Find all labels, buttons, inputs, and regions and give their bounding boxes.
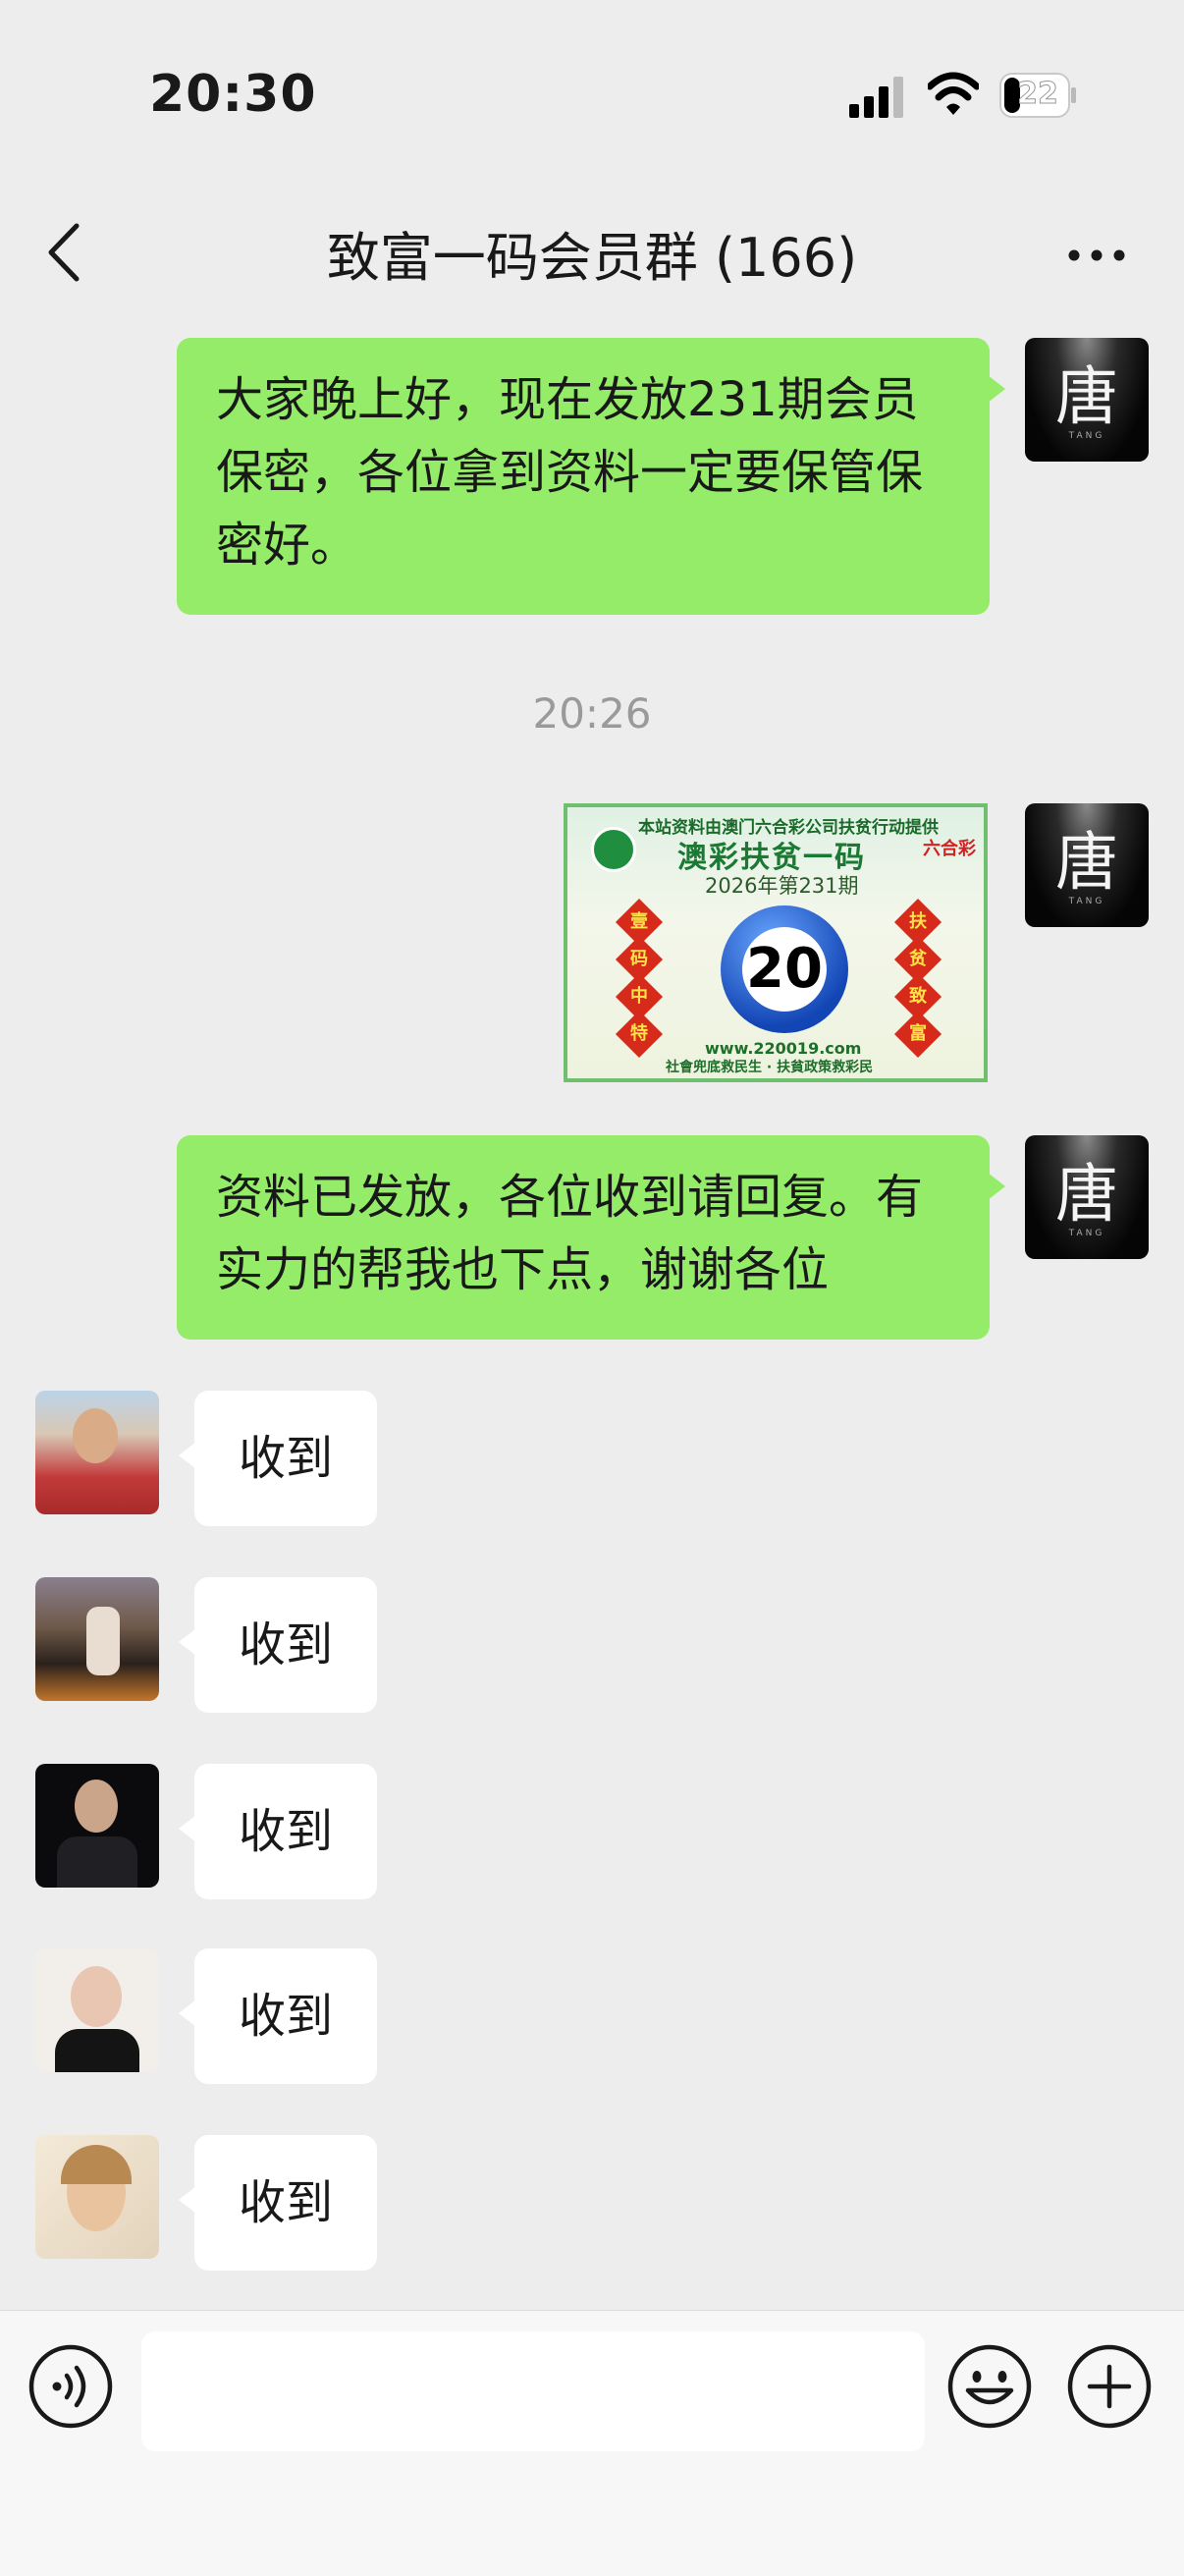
message-bubble-received[interactable]: 收到 — [179, 1948, 377, 2084]
message-bubble-received[interactable]: 收到 — [179, 2135, 377, 2271]
more-icon[interactable] — [1066, 246, 1127, 265]
message-text: 收到 — [238, 1989, 333, 2044]
message-bubble-sent[interactable]: 资料已发放，各位收到请回复。有实力的帮我也下点，谢谢各位 — [177, 1135, 1005, 1340]
lottery-number: 20 — [742, 927, 827, 1012]
voice-icon[interactable] — [27, 2343, 114, 2430]
message-text: 收到 — [238, 2175, 333, 2230]
wifi-icon — [928, 72, 979, 115]
avatar[interactable]: 唐 TANG — [1025, 803, 1149, 927]
diamond-char: 贫 — [909, 949, 927, 969]
message-timestamp: 20:26 — [532, 689, 652, 738]
message-text: 大家晚上好，现在发放231期会员保密，各位拿到资料一定要保管保密好。 — [216, 372, 924, 573]
diamond-char: 壹 — [630, 911, 648, 932]
message-text: 资料已发放，各位收到请回复。有实力的帮我也下点，谢谢各位 — [216, 1170, 924, 1297]
emblem-icon — [591, 827, 636, 872]
lottery-ball: 20 — [721, 905, 848, 1033]
message-input[interactable] — [141, 2331, 925, 2451]
avatar[interactable] — [35, 1391, 159, 1514]
emoji-icon[interactable] — [946, 2343, 1033, 2430]
plus-icon[interactable] — [1066, 2343, 1153, 2430]
battery-level: 22 — [1017, 77, 1059, 112]
diamond-char: 富 — [909, 1023, 927, 1044]
avatar[interactable] — [35, 1948, 159, 2072]
image-logo: 六合彩 — [923, 839, 976, 859]
diamond-char: 扶 — [909, 911, 927, 932]
chat-title: 致富一码会员群 (166) — [326, 227, 858, 289]
battery-icon: 22 — [999, 73, 1078, 118]
avatar[interactable]: 唐 TANG — [1025, 338, 1149, 462]
image-website: www.220019.com — [705, 1039, 862, 1058]
message-bubble-received[interactable]: 收到 — [179, 1577, 377, 1713]
status-time: 20:30 — [149, 65, 317, 124]
avatar[interactable] — [35, 2135, 159, 2259]
message-bubble-received[interactable]: 收到 — [179, 1764, 377, 1899]
avatar-logo-sub: TANG — [1068, 431, 1105, 441]
avatar[interactable] — [35, 1577, 159, 1701]
diamond-char: 致 — [909, 986, 927, 1007]
avatar[interactable] — [35, 1764, 159, 1888]
avatar[interactable]: 唐 TANG — [1025, 1135, 1149, 1259]
diamond-char: 中 — [630, 986, 648, 1007]
message-bubble-sent[interactable]: 大家晚上好，现在发放231期会员保密，各位拿到资料一定要保管保密好。 — [177, 338, 1005, 615]
message-text: 收到 — [238, 1617, 333, 1672]
avatar-logo-sub: TANG — [1068, 1229, 1105, 1238]
avatar-logo-char: 唐 — [1055, 827, 1118, 900]
diamond-char: 码 — [630, 949, 648, 969]
avatar-logo-char: 唐 — [1055, 1159, 1118, 1232]
diamond-char: 特 — [630, 1023, 648, 1044]
cellular-signal-icon — [849, 77, 903, 118]
avatar-logo-char: 唐 — [1055, 361, 1118, 434]
message-text: 收到 — [238, 1431, 333, 1486]
avatar-logo-sub: TANG — [1068, 897, 1105, 906]
message-bubble-received[interactable]: 收到 — [179, 1391, 377, 1526]
image-footer: 社會兜底救民生 · 扶貧政策救彩民 — [666, 1060, 874, 1075]
image-message[interactable]: 本站资料由澳门六合彩公司扶贫行动提供 澳彩扶贫一码 六合彩 2026年第231期… — [564, 803, 988, 1082]
image-issue: 2026年第231期 — [705, 874, 859, 898]
message-text: 收到 — [238, 1804, 333, 1859]
